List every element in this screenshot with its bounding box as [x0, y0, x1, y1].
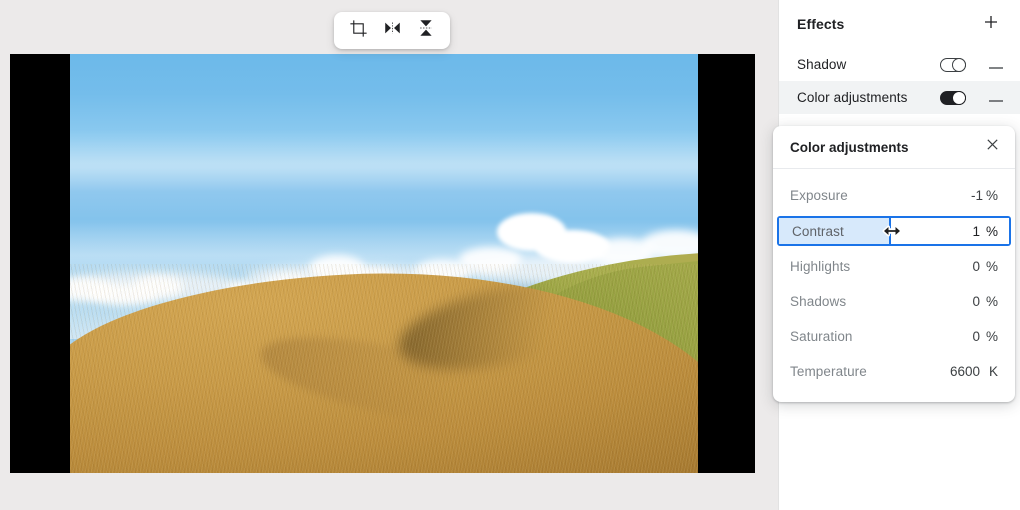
panel-title: Effects: [797, 16, 845, 32]
shadow-toggle[interactable]: [940, 57, 966, 72]
close-popover-button[interactable]: [979, 134, 1005, 160]
effect-row-color-adjustments[interactable]: Color adjustments: [779, 81, 1020, 114]
slider-label: Temperature: [790, 364, 867, 379]
flip-vertical-icon: [419, 19, 433, 42]
effect-label: Shadow: [797, 57, 847, 72]
slider-unit: %: [985, 294, 998, 309]
color-adjustments-toggle[interactable]: [940, 90, 966, 105]
slider-label: Shadows: [790, 294, 847, 309]
slider-value[interactable]: -1: [943, 188, 983, 203]
slider-unit: %: [985, 188, 998, 203]
slider-row-temperature[interactable]: Temperature 6600 K: [777, 357, 1011, 386]
media-letterbox-frame: [10, 54, 755, 473]
flip-vertical-button[interactable]: [410, 16, 442, 46]
photo-image[interactable]: [70, 54, 698, 473]
slider-unit: %: [985, 329, 998, 344]
flip-horizontal-icon: [384, 21, 401, 40]
slider-row-highlights[interactable]: Highlights 0 %: [777, 252, 1011, 281]
plus-icon: [983, 14, 999, 35]
slider-label: Saturation: [790, 329, 853, 344]
color-adjustments-popover: Color adjustments Exposure -1 % Contrast: [773, 126, 1015, 402]
photo-field-texture: [70, 263, 698, 473]
contrast-drag-track[interactable]: Contrast: [779, 218, 891, 244]
slider-row-contrast[interactable]: Contrast 1 %: [777, 216, 1011, 246]
image-edit-toolbar[interactable]: [334, 12, 450, 49]
popover-body: Exposure -1 % Contrast 1 % Highlights 0 …: [773, 169, 1015, 402]
slider-row-saturation[interactable]: Saturation 0 %: [777, 322, 1011, 351]
effects-panel-header: Effects: [779, 0, 1020, 48]
add-effect-button[interactable]: [978, 11, 1004, 37]
slider-value[interactable]: 0: [940, 259, 980, 274]
slider-value[interactable]: 0: [940, 294, 980, 309]
slider-label: Exposure: [790, 188, 848, 203]
remove-shadow-button[interactable]: [988, 56, 1004, 74]
slider-value[interactable]: 0: [940, 329, 980, 344]
crop-icon: [349, 19, 367, 42]
image-editor-app: Effects Shadow Color adjustments Color a…: [0, 0, 1020, 510]
remove-color-adjustments-button[interactable]: [988, 89, 1004, 107]
slider-row-shadows[interactable]: Shadows 0 %: [777, 287, 1011, 316]
close-icon: [985, 137, 1000, 157]
minus-icon: [989, 56, 1003, 74]
toggle-knob: [952, 57, 966, 72]
slider-unit: %: [985, 259, 998, 274]
popover-header: Color adjustments: [773, 126, 1015, 169]
toggle-knob: [952, 90, 966, 105]
slider-row-exposure[interactable]: Exposure -1 %: [777, 181, 1011, 210]
slider-value[interactable]: 6600: [940, 364, 980, 379]
flip-horizontal-button[interactable]: [376, 16, 408, 46]
contrast-value-input[interactable]: 1 %: [891, 218, 1009, 244]
crop-tool-button[interactable]: [342, 16, 374, 46]
slider-label: Contrast: [792, 223, 844, 239]
slider-value[interactable]: 1: [972, 224, 980, 239]
canvas-area[interactable]: [0, 0, 779, 510]
effect-label: Color adjustments: [797, 90, 908, 105]
slider-unit: K: [988, 364, 998, 379]
popover-title: Color adjustments: [790, 139, 909, 155]
effect-row-shadow[interactable]: Shadow: [779, 48, 1020, 81]
minus-icon: [989, 89, 1003, 107]
slider-unit: %: [985, 223, 998, 239]
slider-label: Highlights: [790, 259, 851, 274]
